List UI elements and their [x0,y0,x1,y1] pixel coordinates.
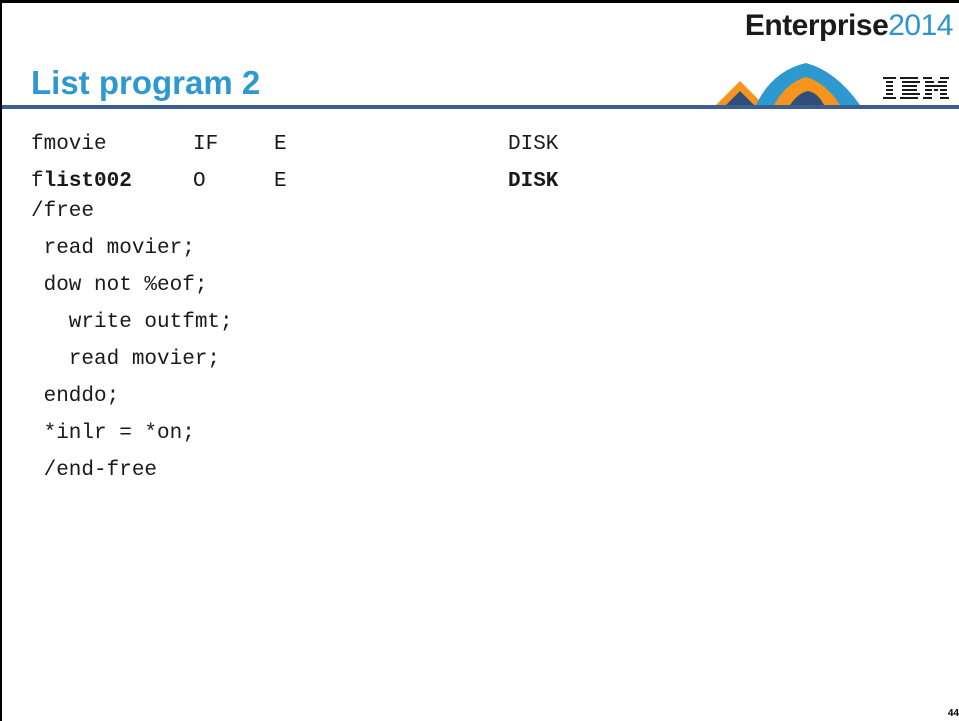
slide: Enterprise2014 List program 2 fmovie IF … [0,0,959,721]
file-name-list: flist002 [31,163,132,200]
file-device: DISK [508,133,559,156]
code-line-2: flist002 O E DISK [31,163,558,200]
page-number: 44 [947,708,959,719]
code-line-1: fmovie IF E DISK [31,126,558,163]
file-type: O [193,170,206,193]
brand-word: Enterprise [744,9,889,42]
file-name-bold: list002 [43,170,132,193]
code-line-8: enddo; [31,385,120,408]
ibm-logo-icon [883,77,949,99]
brand-year: 2014 [888,9,953,42]
code-listing: fmovie IF E DISK flist002 O E DISK /free… [31,126,558,496]
enterprise-logo-icon [716,63,860,105]
enterprise-brand: Enterprise2014 [744,8,954,44]
file-type: IF [193,133,219,156]
file-device: DISK [508,170,559,193]
code-line-4: read movier; [31,237,195,260]
frame-top-border [0,0,959,3]
code-line-5: dow not %eof; [31,274,208,297]
spec-prefix: f [31,170,44,193]
code-line-10: /end-free [31,459,158,482]
file-format: E [274,170,287,193]
code-line-9: *inlr = *on; [31,422,195,445]
file-name-movie: fmovie [31,133,107,156]
code-line-6: write outfmt; [31,311,233,334]
slide-title: List program 2 [31,64,261,101]
title-divider [2,105,959,109]
code-line-7: read movier; [31,348,221,371]
code-line-3: /free [31,200,95,223]
file-format: E [274,133,287,156]
